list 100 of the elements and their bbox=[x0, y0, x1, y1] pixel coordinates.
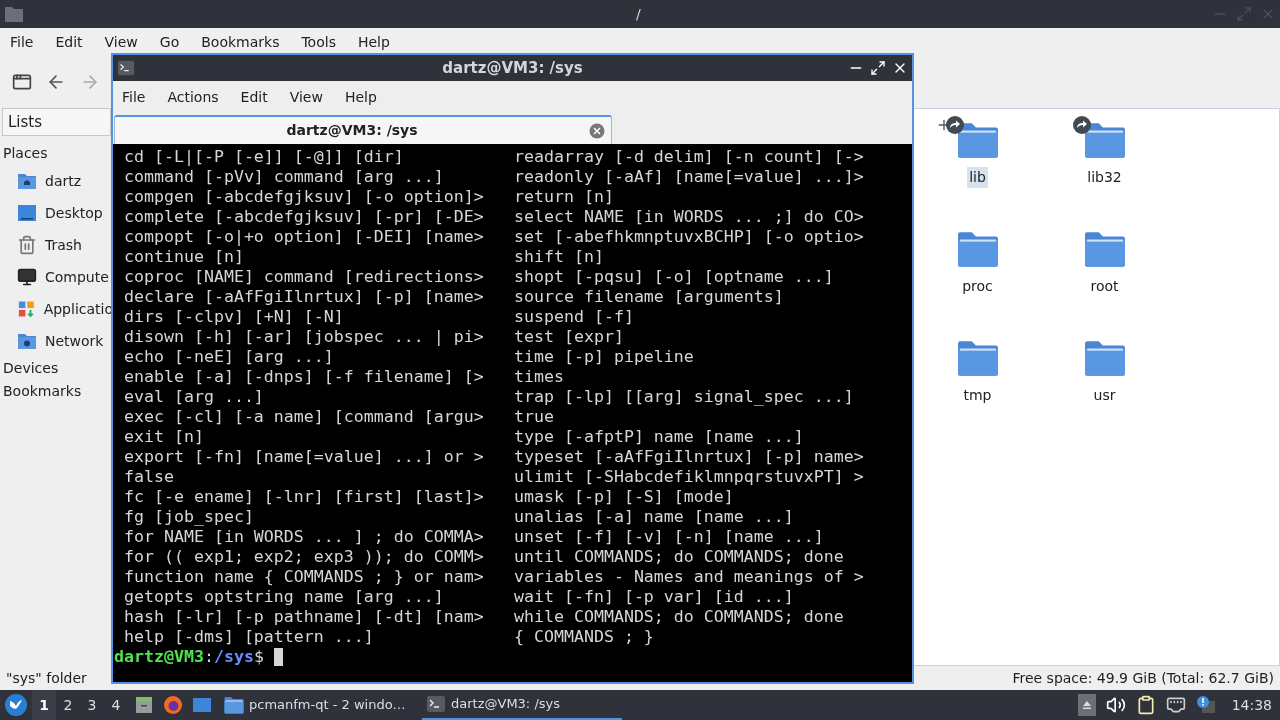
window-title: / bbox=[636, 4, 641, 24]
maximize-icon[interactable] bbox=[870, 60, 886, 76]
new-window-icon[interactable] bbox=[12, 72, 32, 92]
terminal-line: disown [-h] [-ar] [jobspec ... | pi> bbox=[123, 327, 484, 347]
workspace-button[interactable]: 1 bbox=[32, 690, 56, 720]
folder-item[interactable]: lib32 bbox=[1041, 117, 1168, 226]
file-cabinet-icon[interactable] bbox=[134, 695, 154, 715]
folder-icon bbox=[956, 230, 999, 268]
terminal-line: typeset [-aAfFgiIlnrtux] [-p] name> bbox=[513, 447, 864, 467]
eject-icon[interactable] bbox=[1077, 694, 1096, 716]
lists-dropdown[interactable]: Lists bbox=[2, 108, 111, 136]
status-text: "sys" folder bbox=[6, 668, 87, 688]
terminal-line: echo [-neE] [arg ...] bbox=[123, 347, 334, 367]
terminal-line: cd [-L|[-P [-e]] [-@]] [dir] bbox=[123, 147, 404, 167]
launcher-icon[interactable] bbox=[4, 693, 28, 717]
menu-item[interactable]: View bbox=[104, 31, 138, 53]
task-button[interactable]: dartz@VM3: /sys bbox=[422, 690, 622, 720]
terminal-line: true bbox=[513, 407, 554, 427]
terminal-line: readarray [-d delim] [-n count] [-> bbox=[513, 147, 864, 167]
folder-icon bbox=[1083, 121, 1126, 159]
menu-item[interactable]: Help bbox=[357, 31, 390, 53]
sidebar-item[interactable]: Compute bbox=[0, 261, 113, 293]
terminal-line: dirs [-clpv] [+N] [-N] bbox=[123, 307, 344, 327]
terminal-line: return [n] bbox=[513, 187, 614, 207]
sidebar-section[interactable]: Bookmarks bbox=[0, 380, 113, 403]
terminal-line: function name { COMMANDS ; } or nam> bbox=[123, 567, 484, 587]
prompt-separator: : bbox=[203, 647, 214, 667]
folder-icon bbox=[1083, 230, 1126, 268]
network-icon[interactable] bbox=[1165, 695, 1186, 715]
folder-icon bbox=[956, 121, 999, 159]
network-folder-icon bbox=[17, 331, 37, 351]
terminal-line: fc [-e ename] [-lnr] [first] [last]> bbox=[123, 487, 484, 507]
terminal-line: enable [-a] [-dnps] [-f filename] [> bbox=[123, 367, 484, 387]
sidebar-item[interactable]: Trash bbox=[0, 229, 113, 261]
home-folder-icon bbox=[17, 171, 37, 191]
sidebar-item[interactable]: Applicatio bbox=[0, 293, 113, 325]
terminal-line: wait [-fn] [-p var] [id ...] bbox=[513, 587, 794, 607]
terminal-line: set [-abefhkmnptuvxBCHP] [-o optio> bbox=[513, 227, 864, 247]
menu-item[interactable]: Help bbox=[344, 86, 377, 108]
desktop-icon[interactable] bbox=[192, 695, 212, 715]
menu-item[interactable]: Tools bbox=[301, 31, 336, 53]
terminal-line: declare [-aAfFgiIlnrtux] [-p] [name> bbox=[123, 287, 484, 307]
terminal-line: suspend [-f] bbox=[513, 307, 634, 327]
menu-item[interactable]: Edit bbox=[55, 31, 83, 53]
terminal-line: { COMMANDS ; } bbox=[513, 627, 654, 647]
folder-icon bbox=[224, 695, 244, 715]
menu-item[interactable]: File bbox=[10, 31, 34, 53]
sidebar-item[interactable]: Network bbox=[0, 325, 113, 357]
menu-item[interactable]: File bbox=[122, 86, 146, 108]
workspace-button[interactable]: 4 bbox=[104, 690, 128, 720]
folder-item[interactable]: usr bbox=[1041, 335, 1168, 444]
cursor bbox=[273, 648, 283, 666]
terminal-line: while COMMANDS; do COMMANDS; done bbox=[513, 607, 844, 627]
terminal-line: ulimit [-SHabcdefiklmnpqrstuvxPT] > bbox=[513, 467, 864, 487]
browser-icon[interactable] bbox=[163, 695, 183, 715]
terminal-line: complete [-abcdefgjksuv] [-pr] [-DE> bbox=[123, 207, 484, 227]
workspace-button[interactable]: 3 bbox=[80, 690, 104, 720]
terminal-line: compopt [-o|+o option] [-DEI] [name> bbox=[123, 227, 484, 247]
terminal-line: export [-fn] [name[=value] ...] or > bbox=[123, 447, 484, 467]
folder-icon bbox=[956, 339, 999, 377]
terminal-line: times bbox=[513, 367, 564, 387]
folder-item[interactable]: tmp bbox=[914, 335, 1041, 444]
workspace-button[interactable]: 2 bbox=[56, 690, 80, 720]
terminal-line: source filename [arguments] bbox=[513, 287, 784, 307]
volume-icon[interactable] bbox=[1105, 695, 1126, 715]
terminal-line: for NAME [in WORDS ... ] ; do COMMA> bbox=[123, 527, 484, 547]
menu-item[interactable]: View bbox=[289, 86, 323, 108]
task-button[interactable]: pcmanfm-qt - 2 windo… bbox=[220, 690, 420, 720]
terminal-line: command [-pVv] command [arg ...] bbox=[123, 167, 444, 187]
menu-item[interactable]: Go bbox=[159, 31, 180, 53]
terminal-line: umask [-p] [-S] [mode] bbox=[513, 487, 734, 507]
terminal-line: unalias [-a] name [name ...] bbox=[513, 507, 794, 527]
menu-item[interactable]: Bookmarks bbox=[201, 31, 280, 53]
terminal-line: trap [-lp] [[arg] signal_spec ...] bbox=[513, 387, 854, 407]
prompt-user: dartz@VM3 bbox=[114, 647, 204, 667]
computer-icon bbox=[17, 267, 37, 287]
folder-item[interactable]: lib bbox=[914, 117, 1041, 226]
terminal-line: false bbox=[123, 467, 174, 487]
terminal-line: type [-afptP] name [name ...] bbox=[513, 427, 804, 447]
prompt-path: /sys bbox=[213, 647, 254, 667]
sidebar-item[interactable]: Desktop bbox=[0, 197, 113, 229]
terminal-line: shift [n] bbox=[513, 247, 604, 267]
terminal-line: variables - Names and meanings of > bbox=[513, 567, 864, 587]
folder-item[interactable]: proc bbox=[914, 226, 1041, 335]
folder-item[interactable]: root bbox=[1041, 226, 1168, 335]
terminal-line: compgen [-abcdefgjksuv] [-o option]> bbox=[123, 187, 484, 207]
menu-item[interactable]: Edit bbox=[240, 86, 268, 108]
terminal-line: exit [n] bbox=[123, 427, 204, 447]
notification-icon[interactable] bbox=[1195, 695, 1216, 715]
sidebar-section[interactable]: Devices bbox=[0, 357, 113, 380]
terminal-line: unset [-f] [-v] [-n] [name ...] bbox=[513, 527, 824, 547]
sidebar-item[interactable]: dartz bbox=[0, 165, 113, 197]
terminal-line: fg [job_spec] bbox=[123, 507, 254, 527]
sidebar-section[interactable]: Places bbox=[0, 142, 113, 165]
tab[interactable]: dartz@VM3: /sys bbox=[114, 115, 612, 144]
terminal-icon bbox=[426, 694, 446, 714]
terminal-line: time [-p] pipeline bbox=[513, 347, 694, 367]
terminal-line: help [-dms] [pattern ...] bbox=[123, 627, 374, 647]
menu-item[interactable]: Actions bbox=[167, 86, 219, 108]
terminal-line: until COMMANDS; do COMMANDS; done bbox=[513, 547, 844, 567]
